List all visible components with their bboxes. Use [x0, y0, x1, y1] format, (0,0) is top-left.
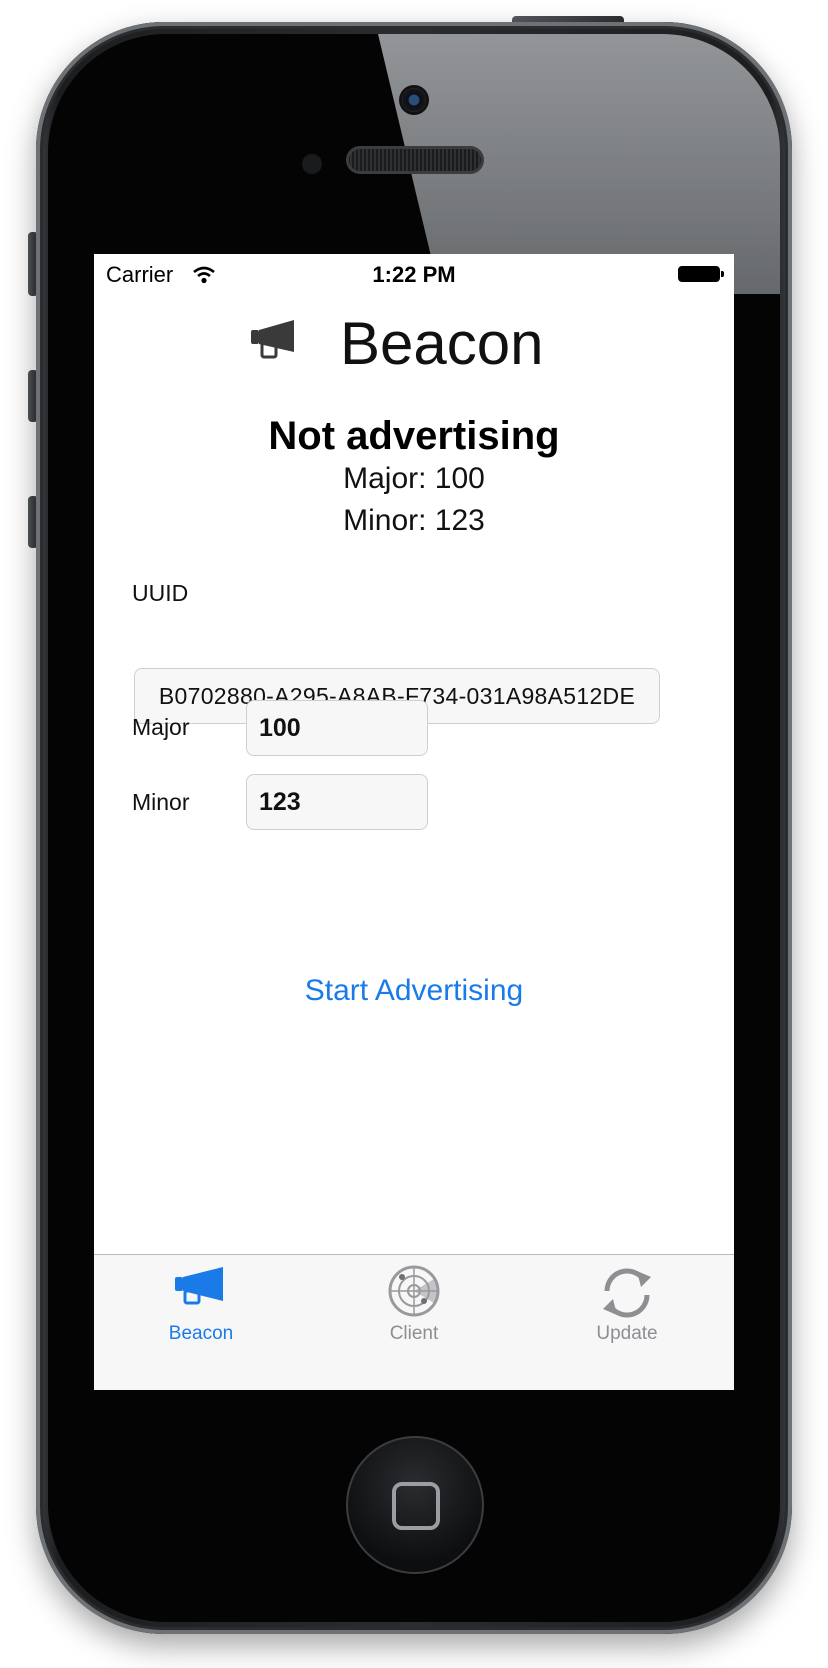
- tab-label-beacon: Beacon: [168, 1323, 234, 1344]
- proximity-sensor: [302, 154, 322, 174]
- tab-bar: Beacon Client Update: [94, 1254, 734, 1390]
- minor-field[interactable]: 123: [246, 774, 428, 830]
- megaphone-icon: [250, 320, 298, 365]
- status-time: 1:22 PM: [372, 262, 456, 287]
- status-bar: Carrier 1:22 PM: [94, 254, 734, 294]
- tab-label-client: Client: [389, 1323, 439, 1344]
- major-field[interactable]: 100: [246, 700, 428, 756]
- page-header: Beacon: [94, 304, 734, 384]
- tab-update[interactable]: Update: [520, 1255, 734, 1347]
- status-major: Major: 100: [343, 462, 485, 495]
- front-camera: [402, 88, 426, 112]
- status-minor: Minor: 123: [343, 504, 485, 537]
- tab-beacon[interactable]: Beacon: [94, 1255, 308, 1347]
- tab-label-update: Update: [596, 1323, 658, 1344]
- uuid-label: UUID: [132, 580, 189, 606]
- home-button[interactable]: [346, 1436, 484, 1574]
- radar-icon: [384, 1265, 444, 1326]
- megaphone-icon: [171, 1265, 231, 1318]
- battery-icon: [678, 266, 724, 282]
- tab-client[interactable]: Client: [307, 1255, 521, 1347]
- minor-label: Minor: [132, 789, 190, 815]
- app-screen: Carrier 1:22 PM Beacon Not advertising M…: [94, 254, 734, 1390]
- advertising-status: Not advertising: [268, 414, 560, 458]
- earpiece-speaker: [346, 146, 484, 174]
- start-advertising-button[interactable]: Start Advertising: [94, 974, 734, 1008]
- page-title: Beacon: [340, 310, 544, 377]
- home-square-icon: [392, 1482, 440, 1530]
- refresh-icon: [597, 1265, 657, 1326]
- major-label: Major: [132, 714, 190, 740]
